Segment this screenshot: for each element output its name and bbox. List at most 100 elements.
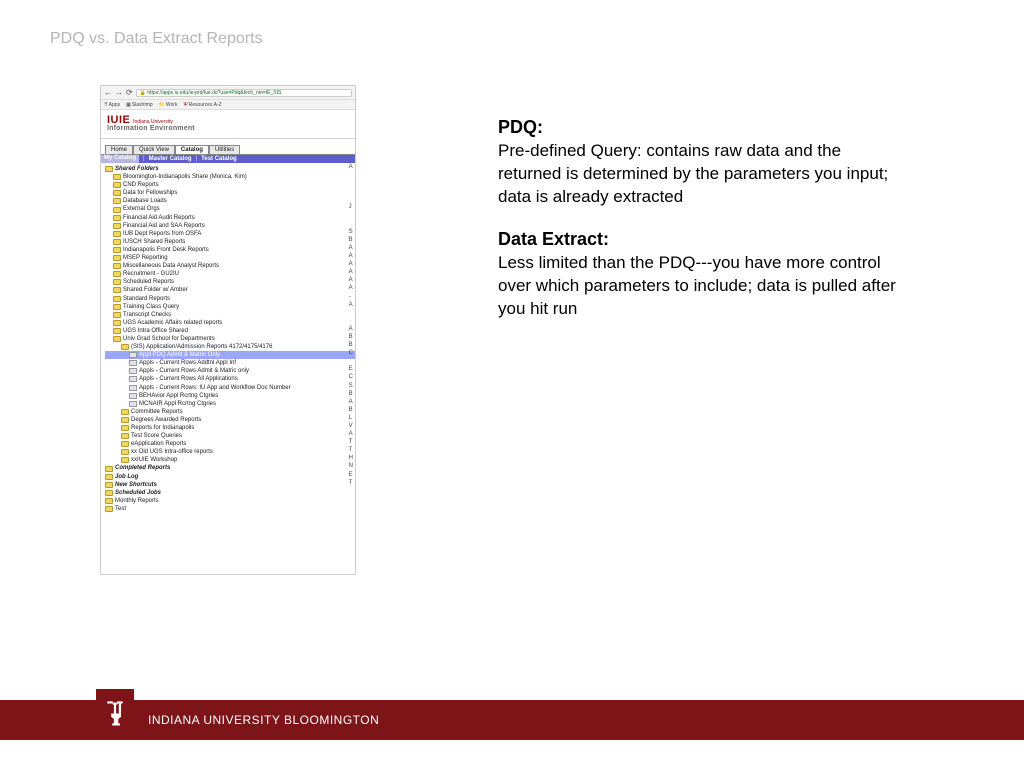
de-heading: Data Extract: (498, 229, 609, 249)
tree-root-item: Monthly Reports (105, 497, 355, 505)
forward-icon: → (115, 89, 123, 97)
tree-leaf: Appls - Current Rows: IU App and Workflo… (105, 384, 355, 392)
folder-icon (105, 490, 113, 496)
de-body: Less limited than the PDQ---you have mor… (498, 253, 896, 318)
bookmarks-bar: ⠿ Apps ▦ Slashtmp 📁 Work Ψ Resources A-Z (101, 100, 355, 110)
tree-item: Committee Reports (105, 408, 355, 416)
tree-root: Shared Folders (105, 165, 355, 173)
folder-icon (113, 328, 121, 334)
folder-icon (113, 320, 121, 326)
tree-item: Scheduled Reports (105, 278, 355, 286)
bookmark-item: ▦ Slashtmp (126, 102, 153, 108)
subtab-mycatalog: My Catalog (101, 155, 139, 163)
file-icon (129, 393, 137, 399)
folder-icon (113, 304, 121, 310)
bookmark-item: ⠿ Apps (104, 102, 120, 108)
pdq-body: Pre-defined Query: contains raw data and… (498, 141, 888, 206)
folder-icon (121, 344, 129, 350)
folder-icon (105, 482, 113, 488)
bookmark-item: 📁 Work (159, 102, 178, 108)
subtab-test: Test Catalog (201, 156, 237, 162)
folder-icon (105, 166, 113, 172)
folder-icon (113, 198, 121, 204)
tree-item: External Orgs (105, 205, 355, 213)
tree-item: IUB Dept Reports from OSFA (105, 230, 355, 238)
footer-logo (96, 689, 134, 739)
file-icon (129, 368, 137, 374)
tree-item: Database Loads (105, 197, 355, 205)
folder-icon (105, 474, 113, 480)
tree-item: Standard Reports (105, 295, 355, 303)
folder-icon (113, 207, 121, 213)
folder-icon (113, 215, 121, 221)
tree-item: MSEP Reporting (105, 254, 355, 262)
folder-icon (121, 457, 129, 463)
tab-home: Home (105, 145, 133, 154)
folder-icon (113, 247, 121, 253)
tree-item: IUSCH Shared Reports (105, 238, 355, 246)
file-icon (129, 352, 137, 358)
footer-bar: INDIANA UNIVERSITY BLOOMINGTON (0, 700, 1024, 740)
content-text: PDQ: Pre-defined Query: contains raw dat… (498, 115, 898, 339)
tree-root-item: Test (105, 505, 355, 513)
url-text: https://apps.iu.edu/ie-prd/Iue.do?use=Pd… (147, 90, 281, 96)
iu-trident-icon (104, 699, 126, 729)
tree-leaf: Appls - Current Rows Addtnl Appl Inf (105, 359, 355, 367)
sub-tabs: My Catalog | Master Catalog | Test Catal… (101, 155, 355, 163)
slide-title: PDQ vs. Data Extract Reports (50, 30, 263, 48)
tree-item: Bloomington-Indianapolis Share (Monica, … (105, 173, 355, 181)
tree-item: Shared Folder w/ Amber (105, 286, 355, 294)
tree-subfolder: (SIS) Application/Admission Reports 4172… (105, 343, 355, 351)
tree-item: eApplication Reports (105, 440, 355, 448)
tab-utilities: Utilities (209, 145, 240, 154)
folder-icon (113, 263, 121, 269)
folder-icon (105, 498, 113, 504)
tree-item: Transcript Checks (105, 311, 355, 319)
folder-icon (113, 239, 121, 245)
tree-leaf: BEHAvior Appl Rcrtng Ctgries (105, 392, 355, 400)
tree-leaf: Appls - Current Rows Admit & Matric only (105, 367, 355, 375)
tab-quickview: Quick View (133, 145, 175, 154)
reload-icon: ⟳ (126, 89, 133, 97)
folder-icon (121, 433, 129, 439)
tree-item: Test Score Queries (105, 432, 355, 440)
tree-item: Training Class Query (105, 303, 355, 311)
folder-icon (113, 182, 121, 188)
tree-leaf: MCNAIR Appl Rcrtng Ctgries (105, 400, 355, 408)
folder-icon (113, 174, 121, 180)
folder-icon (105, 466, 113, 472)
back-icon: ← (104, 89, 112, 97)
tree-leaf: Appl PDQ Admit & Matric Only (105, 351, 355, 359)
folder-icon (113, 336, 121, 342)
tree-root-item: New Shortcuts (105, 481, 355, 489)
tree-item: Miscellaneous Data Analyst Reports (105, 262, 355, 270)
folder-icon (113, 287, 121, 293)
iuie-header: IUIE Indiana University Information Envi… (101, 110, 355, 139)
folder-icon (121, 441, 129, 447)
tree-root-item: Job Log (105, 473, 355, 481)
folder-icon (113, 223, 121, 229)
folder-icon (121, 417, 129, 423)
tree-item: Univ Grad School for Departments (105, 335, 355, 343)
file-icon (129, 401, 137, 407)
browser-screenshot: ← → ⟳ 🔒 https://apps.iu.edu/ie-prd/Iue.d… (100, 85, 356, 575)
folder-icon (113, 271, 121, 277)
folder-icon (121, 409, 129, 415)
file-icon (129, 385, 137, 391)
tree-item: Financial Aid Audit Reports (105, 214, 355, 222)
tree-item: UGS Intra Office Shared (105, 327, 355, 335)
bookmark-item: Ψ Resources A-Z (183, 102, 221, 108)
nav-tabs: Home Quick View Catalog Utilities (101, 145, 355, 155)
footer-text: INDIANA UNIVERSITY BLOOMINGTON (148, 713, 379, 727)
tree-item: CND Reports (105, 181, 355, 189)
subtab-master: Master Catalog (149, 156, 192, 162)
file-icon (129, 376, 137, 382)
tree-item: Recruitment - GU2IU (105, 270, 355, 278)
iuie-subtitle: Information Environment (107, 125, 349, 132)
file-icon (129, 360, 137, 366)
tree-item: Financial Aid and SAA Reports (105, 222, 355, 230)
tree-item: xxIUIE Workshop (105, 456, 355, 464)
folder-icon (113, 279, 121, 285)
tab-catalog: Catalog (175, 145, 209, 154)
tree-item: UGS Academic Affairs related reports (105, 319, 355, 327)
